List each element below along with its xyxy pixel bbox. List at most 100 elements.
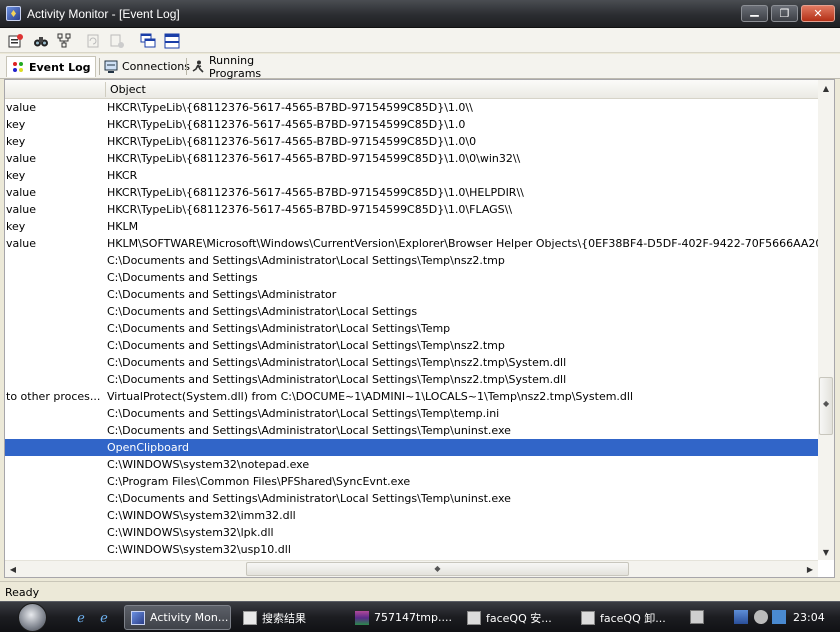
table-row[interactable]: C:\WINDOWS\system32\lpk.dll — [5, 524, 818, 541]
row-operation-cell: key — [6, 220, 26, 233]
table-row[interactable]: value HKCR\TypeLib\{68112376-5617-4565-B7… — [5, 184, 818, 201]
row-object-cell: C:\Documents and Settings\Administrator\… — [107, 407, 500, 420]
row-object-cell: C:\Documents and Settings\Administrator\… — [107, 254, 505, 267]
toolbar — [0, 28, 840, 53]
task-search-results[interactable]: 搜索结果 — [237, 605, 345, 630]
task-label: 搜索结果 — [262, 611, 306, 625]
scroll-up-icon[interactable]: ▲ — [818, 80, 834, 96]
tray-app-icon[interactable] — [772, 610, 786, 624]
maximize-button[interactable]: ❐ — [771, 5, 798, 22]
quick-launch-icon[interactable]: ℯ — [96, 610, 112, 626]
status-text: Ready — [5, 586, 40, 599]
table-row[interactable]: OpenClipboard — [5, 439, 818, 456]
grip-icon: ◆ — [823, 399, 830, 408]
table-row[interactable]: value HKCR\TypeLib\{68112376-5617-4565-B7… — [5, 150, 818, 167]
row-operation-cell: to other proces... — [6, 390, 101, 403]
table-body: value HKCR\TypeLib\{68112376-5617-4565-B7… — [5, 99, 818, 558]
table-row[interactable]: C:\WINDOWS\system32\imm32.dll — [5, 507, 818, 524]
table-row[interactable]: C:\Documents and Settings\Administrator\… — [5, 490, 818, 507]
task-label: faceQQ 安... — [486, 611, 552, 625]
close-icon: ✕ — [813, 7, 823, 20]
table-row[interactable]: key HKCR — [5, 167, 818, 184]
scroll-down-icon[interactable]: ▼ — [818, 544, 834, 560]
properties-icon[interactable] — [7, 32, 24, 49]
tab-event-log[interactable]: Event Log — [6, 56, 96, 77]
tab-running-programs[interactable]: Running Programs — [187, 54, 307, 80]
start-button[interactable] — [18, 603, 47, 632]
table-row[interactable]: C:\WINDOWS\system32\usp10.dll — [5, 541, 818, 558]
row-object-cell: C:\Documents and Settings\Administrator\… — [107, 305, 418, 318]
table-row[interactable]: C:\WINDOWS\system32\notepad.exe — [5, 456, 818, 473]
title-bar: Activity Monitor - [Event Log] ▁ ❐ ✕ — [0, 0, 840, 28]
table-row[interactable]: C:\Documents and Settings\Administrator\… — [5, 354, 818, 371]
table-row[interactable]: key HKCR\TypeLib\{68112376-5617-4565-B7BD… — [5, 133, 818, 150]
table-row[interactable]: C:\Documents and Settings\Administrator\… — [5, 337, 818, 354]
table-row[interactable]: value HKCR\TypeLib\{68112376-5617-4565-B7… — [5, 99, 818, 116]
clock[interactable]: 23:04 — [793, 611, 825, 624]
row-operation-cell: value — [6, 237, 37, 250]
minimize-button[interactable]: ▁ — [741, 4, 768, 22]
table-row[interactable]: value HKCR\TypeLib\{68112376-5617-4565-B7… — [5, 201, 818, 218]
settings-icon[interactable] — [108, 32, 125, 49]
row-object-cell: HKCR\TypeLib\{68112376-5617-4565-B7BD-97… — [107, 135, 477, 148]
task-757147tmp[interactable]: 757147tmp.... — [349, 605, 457, 630]
table-row[interactable]: C:\Program Files\Common Files\PFShared\S… — [5, 473, 818, 490]
row-object-cell: HKLM — [107, 220, 139, 233]
table-row[interactable]: key HKLM — [5, 218, 818, 235]
internet-explorer-icon[interactable]: ℯ — [73, 610, 89, 626]
row-operation-cell: value — [6, 186, 37, 199]
table-row[interactable]: value HKLM\SOFTWARE\Microsoft\Windows\Cur… — [5, 235, 818, 252]
volume-icon[interactable] — [754, 610, 768, 624]
search-window-icon — [243, 610, 257, 625]
row-object-cell: C:\Documents and Settings — [107, 271, 258, 284]
task-faceqq-install[interactable]: faceQQ 安... — [461, 605, 569, 630]
vertical-scroll-thumb[interactable]: ◆ — [819, 377, 833, 435]
row-operation-cell: key — [6, 118, 26, 131]
event-log-list[interactable]: Object value HKCR\TypeLib\{68112376-5617-… — [4, 79, 835, 578]
row-object-cell: HKCR\TypeLib\{68112376-5617-4565-B7BD-97… — [107, 152, 521, 165]
keyboard-icon[interactable] — [690, 610, 704, 624]
table-row[interactable]: to other proces... VirtualProtect(System.… — [5, 388, 818, 405]
tab-connections[interactable]: Connections — [100, 56, 190, 77]
table-row[interactable]: C:\Documents and Settings\Administrator\… — [5, 252, 818, 269]
column-divider[interactable] — [105, 82, 106, 97]
close-button[interactable]: ✕ — [801, 5, 835, 22]
table-row[interactable]: C:\Documents and Settings\Administrator\… — [5, 320, 818, 337]
row-operation-cell: value — [6, 152, 37, 165]
column-header-object[interactable]: Object — [110, 83, 146, 96]
table-row[interactable]: C:\Documents and Settings\Administrator — [5, 286, 818, 303]
scroll-left-icon[interactable]: ◀ — [5, 561, 21, 577]
task-activity-monitor[interactable]: Activity Mon... — [124, 605, 231, 630]
table-row[interactable]: C:\Documents and Settings\Administrator\… — [5, 422, 818, 439]
table-row[interactable]: C:\Documents and Settings\Administrator\… — [5, 405, 818, 422]
vertical-scrollbar[interactable]: ▲ ◆ ▼ — [818, 80, 834, 560]
row-object-cell: OpenClipboard — [107, 441, 189, 454]
scroll-right-icon[interactable]: ▶ — [802, 561, 818, 577]
minimize-icon: ▁ — [750, 4, 759, 17]
tile-windows-icon[interactable] — [139, 32, 156, 49]
maximize-icon: ❐ — [779, 7, 790, 20]
app-icon — [6, 6, 21, 21]
task-faceqq-uninstall[interactable]: faceQQ 卸... — [575, 605, 683, 630]
tab-bar: Event Log Connections Running Programs — [0, 54, 840, 80]
table-row[interactable]: C:\Documents and Settings\Administrator\… — [5, 371, 818, 388]
horizontal-scroll-thumb[interactable]: ◆ — [246, 562, 629, 576]
app-icon — [131, 610, 145, 625]
horizontal-scrollbar[interactable]: ◀ ◆ ▶ — [5, 560, 818, 577]
table-row[interactable]: key HKCR\TypeLib\{68112376-5617-4565-B7BD… — [5, 116, 818, 133]
split-view-icon[interactable] — [163, 32, 180, 49]
row-object-cell: C:\Documents and Settings\Administrator\… — [107, 424, 511, 437]
find-icon[interactable] — [32, 32, 49, 49]
archive-icon — [355, 610, 369, 625]
tab-label: Connections — [122, 60, 190, 73]
table-row[interactable]: C:\Documents and Settings — [5, 269, 818, 286]
filter-icon[interactable] — [55, 32, 72, 49]
refresh-icon[interactable] — [84, 32, 101, 49]
running-programs-icon — [191, 60, 205, 74]
network-icon[interactable] — [734, 610, 748, 624]
uninstaller-icon — [581, 610, 595, 625]
table-row[interactable]: C:\Documents and Settings\Administrator\… — [5, 303, 818, 320]
row-object-cell: C:\Documents and Settings\Administrator\… — [107, 322, 451, 335]
row-operation-cell: value — [6, 101, 37, 114]
row-object-cell: C:\WINDOWS\system32\usp10.dll — [107, 543, 291, 556]
